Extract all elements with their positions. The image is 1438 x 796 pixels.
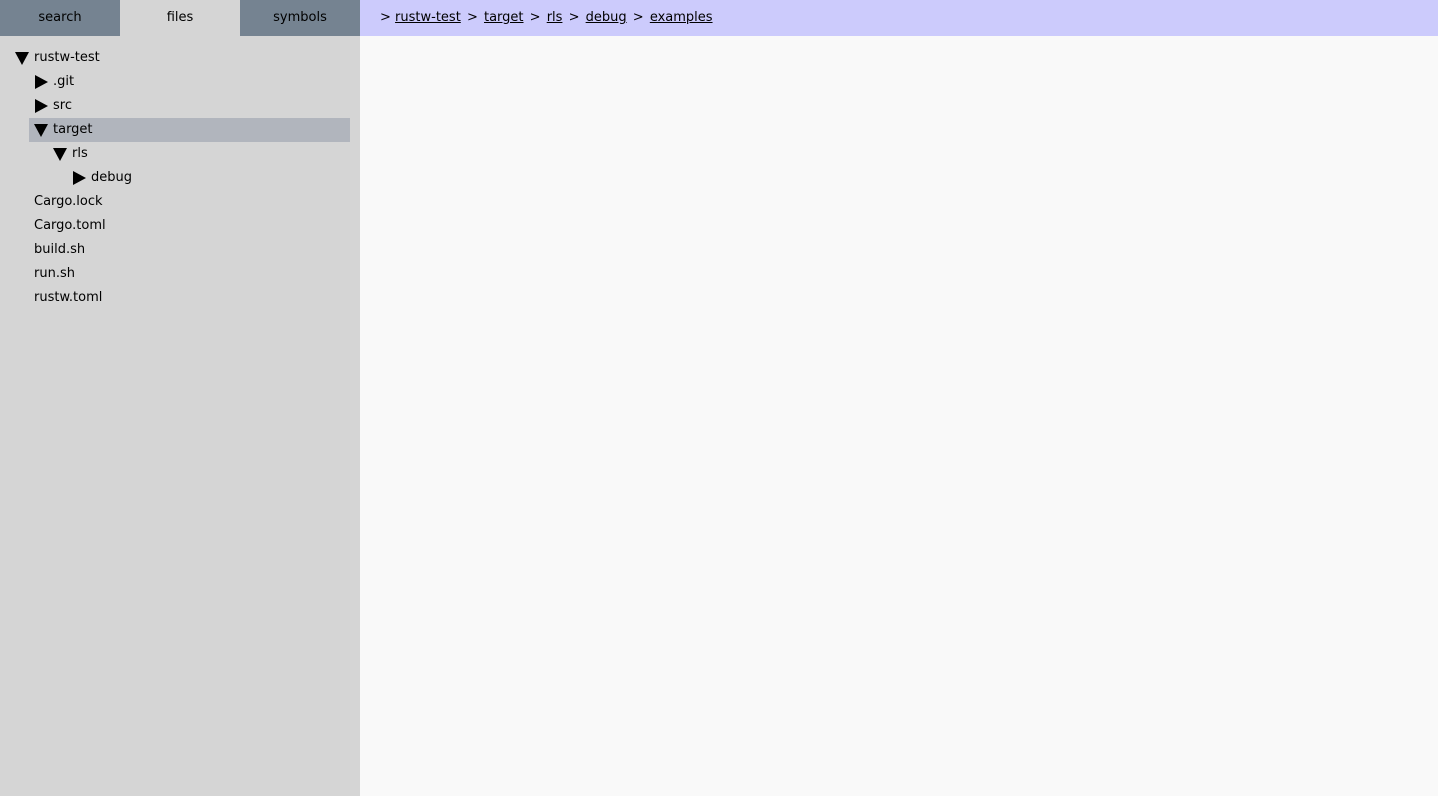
caret-right-icon[interactable] — [34, 70, 48, 94]
app-window: search files symbols rustw-test .git src… — [0, 0, 1438, 796]
breadcrumb-separator: > — [529, 10, 541, 25]
tree-item-run-sh[interactable]: run.sh — [0, 262, 360, 286]
tree-item-label: .git — [53, 74, 75, 89]
tree-item-git[interactable]: .git — [0, 70, 360, 94]
tree-item-cargo-toml[interactable]: Cargo.toml — [0, 214, 360, 238]
breadcrumb-prefix: > — [380, 10, 391, 25]
tree-item-label: target — [53, 122, 93, 137]
caret-right-icon[interactable] — [72, 166, 86, 190]
tab-symbols[interactable]: symbols — [240, 0, 360, 36]
tree-item-rustw-toml[interactable]: rustw.toml — [0, 286, 360, 310]
tree-item-label: rls — [72, 146, 88, 161]
tab-files[interactable]: files — [120, 0, 240, 36]
tree-item-debug[interactable]: debug — [0, 166, 360, 190]
tree-item-target[interactable]: target — [0, 118, 360, 142]
tree-item-cargo-lock[interactable]: Cargo.lock — [0, 190, 360, 214]
breadcrumb-separator: > — [466, 10, 478, 25]
tree-item-label: debug — [91, 170, 132, 185]
tree-item-label: Cargo.toml — [34, 218, 106, 233]
sidebar-tabs: search files symbols — [0, 0, 360, 36]
breadcrumb-link-examples[interactable]: examples — [650, 10, 713, 25]
tree-item-build-sh[interactable]: build.sh — [0, 238, 360, 262]
tree-item-rls[interactable]: rls — [0, 142, 360, 166]
caret-down-icon[interactable] — [34, 118, 48, 142]
breadcrumb-separator: > — [632, 10, 644, 25]
sidebar: search files symbols rustw-test .git src… — [0, 0, 360, 796]
breadcrumb-link-debug[interactable]: debug — [586, 10, 627, 25]
tree-item-rustw-test[interactable]: rustw-test — [0, 46, 360, 70]
tree-item-label: src — [53, 98, 72, 113]
tree-item-src[interactable]: src — [0, 94, 360, 118]
breadcrumb-link-rustw-test[interactable]: rustw-test — [395, 10, 461, 25]
breadcrumb-separator: > — [568, 10, 580, 25]
breadcrumb-link-target[interactable]: target — [484, 10, 524, 25]
caret-down-icon[interactable] — [15, 46, 29, 70]
tree-item-label: rustw.toml — [34, 290, 103, 305]
caret-right-icon[interactable] — [34, 94, 48, 118]
breadcrumb: > rustw-test > target > rls > debug > ex… — [360, 0, 1438, 36]
tab-search[interactable]: search — [0, 0, 120, 36]
file-tree: rustw-test .git src target rls debug Car… — [0, 46, 360, 310]
tree-item-label: rustw-test — [34, 50, 100, 65]
tree-item-label: build.sh — [34, 242, 86, 257]
caret-down-icon[interactable] — [53, 142, 67, 166]
tree-item-label: run.sh — [34, 266, 75, 281]
breadcrumb-link-rls[interactable]: rls — [547, 10, 563, 25]
main-content-pane — [360, 36, 1438, 796]
tree-item-label: Cargo.lock — [34, 194, 103, 209]
